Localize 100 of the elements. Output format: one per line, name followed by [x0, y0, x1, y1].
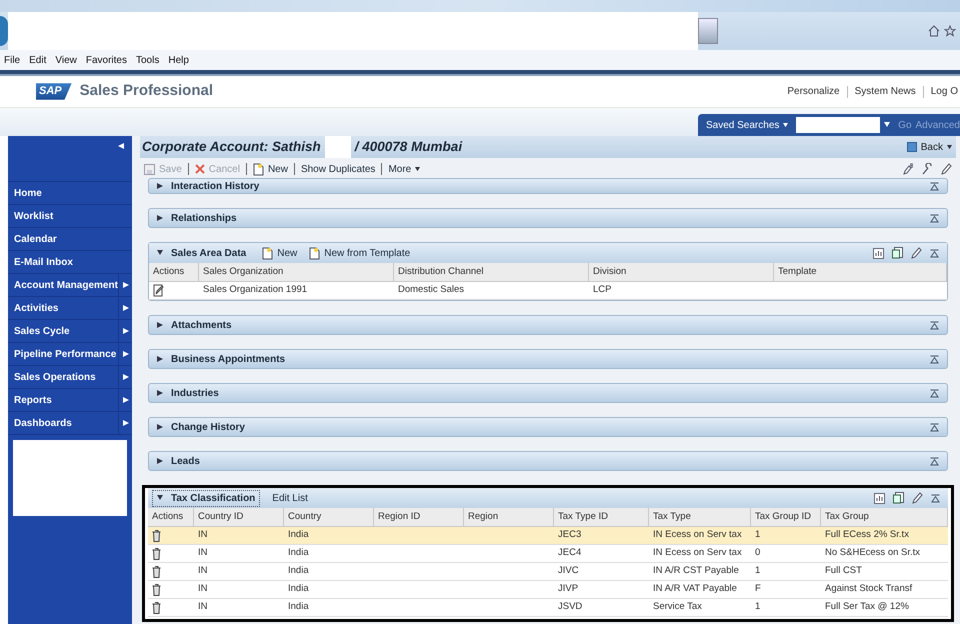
collapse-icon[interactable]	[930, 182, 939, 190]
app-title: Sales Professional	[80, 81, 214, 102]
saved-searches-button[interactable]: Saved Searches	[706, 118, 788, 132]
trash-icon[interactable]	[152, 566, 161, 578]
header-link[interactable]: Personalize	[787, 84, 840, 99]
table-cell-text: IN A/R CST Payable	[653, 564, 739, 578]
trash-icon[interactable]	[152, 530, 161, 542]
trash-icon[interactable]	[152, 548, 161, 560]
expand-icon[interactable]	[157, 183, 163, 189]
menu-item[interactable]: Help	[168, 52, 189, 68]
menu-item[interactable]: File	[4, 52, 20, 68]
caret-icon[interactable]	[783, 122, 788, 128]
collapse-icon[interactable]	[931, 494, 940, 502]
search-field[interactable]	[796, 117, 880, 133]
column-header[interactable]: Tax Group ID	[751, 508, 821, 526]
section-header[interactable]: Attachments	[148, 315, 948, 335]
expand-icon[interactable]	[157, 458, 163, 464]
submenu-arrow-icon[interactable]	[122, 420, 128, 426]
column-header[interactable]: Region	[464, 508, 554, 526]
submenu-arrow-icon[interactable]	[122, 305, 128, 311]
wrench-icon[interactable]	[922, 163, 933, 175]
column-header[interactable]: Template	[774, 263, 947, 281]
collapse-sidebar-icon[interactable]	[118, 143, 124, 149]
column-header[interactable]: Region ID	[374, 508, 464, 526]
expand-icon[interactable]	[157, 424, 163, 430]
column-header[interactable]: Country	[284, 508, 374, 526]
table-row[interactable]: Sales Organization 1991 Domestic Sales LCP	[149, 282, 947, 300]
expand-icon[interactable]	[157, 322, 163, 328]
collapse-icon[interactable]	[930, 388, 939, 398]
pencil-icon[interactable]	[941, 163, 952, 175]
dropdown-caret-icon[interactable]	[884, 122, 890, 128]
caret-icon[interactable]	[947, 144, 952, 150]
section-toggle[interactable]: Sales Area Data	[153, 246, 250, 260]
section-header[interactable]: Leads	[148, 451, 948, 471]
section-action[interactable]: New	[262, 246, 298, 260]
submenu-arrow-icon[interactable]	[122, 374, 128, 380]
edit-icon[interactable]	[153, 284, 164, 297]
column-header[interactable]: Actions	[148, 508, 194, 526]
table-row[interactable]: IN India JSVD Service Tax 1 Full Ser Tax @ 12%	[148, 599, 948, 617]
table-row[interactable]: IN India JIVP IN A/R VAT Payable F Against Stock Transf	[148, 581, 948, 599]
toolbar-button[interactable]: Show Duplicates	[300, 162, 376, 176]
table-row[interactable]: IN India JIVC IN A/R CST Payable 1 Full CST	[148, 563, 948, 581]
personalize-icon[interactable]	[903, 163, 914, 175]
trash-icon[interactable]	[152, 584, 161, 596]
address-bar-button[interactable]	[698, 18, 718, 44]
section-toggle[interactable]: Tax Classification	[152, 490, 260, 506]
expand-icon[interactable]	[157, 215, 163, 221]
export-icon[interactable]	[892, 247, 903, 259]
submenu-arrow-icon[interactable]	[122, 351, 128, 357]
submenu-arrow-icon[interactable]	[122, 282, 128, 288]
toolbar-button[interactable]: New	[252, 162, 288, 176]
column-header[interactable]: Division	[589, 263, 774, 281]
collapse-icon[interactable]	[930, 248, 939, 258]
section-action[interactable]: New from Template	[309, 246, 410, 260]
collapse-arrow-icon[interactable]	[157, 495, 163, 501]
menu-item[interactable]: View	[55, 52, 77, 68]
section-header[interactable]: Business Appointments	[148, 349, 948, 369]
column-header[interactable]: Actions	[149, 263, 199, 281]
star-icon[interactable]	[944, 25, 956, 37]
column-header[interactable]: Country ID	[194, 508, 284, 526]
toolbar-button[interactable]: More	[388, 162, 420, 176]
menu-item[interactable]: Edit	[29, 52, 46, 68]
collapse-icon[interactable]	[930, 320, 939, 330]
header-link[interactable]: Log O	[930, 84, 958, 99]
export-icon[interactable]	[893, 492, 904, 504]
section-header[interactable]: Interaction History	[148, 178, 948, 194]
column-header[interactable]: Sales Organization	[199, 263, 394, 281]
trash-icon[interactable]	[152, 602, 161, 614]
back-button[interactable]: Back	[906, 140, 952, 154]
browser-logo-icon[interactable]	[0, 16, 8, 46]
expand-icon[interactable]	[157, 390, 163, 396]
collapse-icon[interactable]	[930, 422, 939, 432]
column-header[interactable]: Tax Type ID	[554, 508, 649, 526]
submenu-arrow-icon[interactable]	[122, 397, 128, 403]
column-header[interactable]: Tax Group	[821, 508, 948, 526]
header-link[interactable]: System News	[854, 84, 916, 99]
column-header[interactable]: Distribution Channel	[394, 263, 589, 281]
chart-icon[interactable]	[874, 492, 885, 504]
table-row[interactable]: IN India JEC4 IN Ecess on Serv tax 0 No S&HEcess on Sr.tx	[148, 545, 948, 563]
caret-icon[interactable]	[415, 166, 420, 172]
home-icon[interactable]	[928, 25, 940, 37]
pencil-icon[interactable]	[911, 247, 922, 259]
submenu-arrow-icon[interactable]	[122, 328, 128, 334]
menu-item[interactable]: Tools	[136, 52, 160, 68]
collapse-icon[interactable]	[930, 214, 939, 222]
section-action[interactable]: Edit List	[272, 490, 308, 506]
table-cell-text: No S&HEcess on Sr.tx	[825, 546, 920, 560]
expand-icon[interactable]	[157, 356, 163, 362]
pencil-icon[interactable]	[912, 492, 923, 504]
table-row[interactable]: IN India JEC3 IN Ecess on Serv tax 1 Full ECess 2% Sr.tx	[148, 527, 948, 545]
collapse-icon[interactable]	[930, 456, 939, 466]
menu-item[interactable]: Favorites	[86, 52, 127, 68]
collapse-icon[interactable]	[930, 354, 939, 364]
collapse-arrow-icon[interactable]	[157, 250, 163, 256]
section-header[interactable]: Relationships	[148, 208, 948, 228]
section-header[interactable]: Industries	[148, 383, 948, 403]
section-header[interactable]: Change History	[148, 417, 948, 437]
column-header[interactable]: Tax Type	[649, 508, 751, 526]
chart-icon[interactable]	[873, 248, 884, 258]
table-cell-text: India	[288, 600, 309, 614]
